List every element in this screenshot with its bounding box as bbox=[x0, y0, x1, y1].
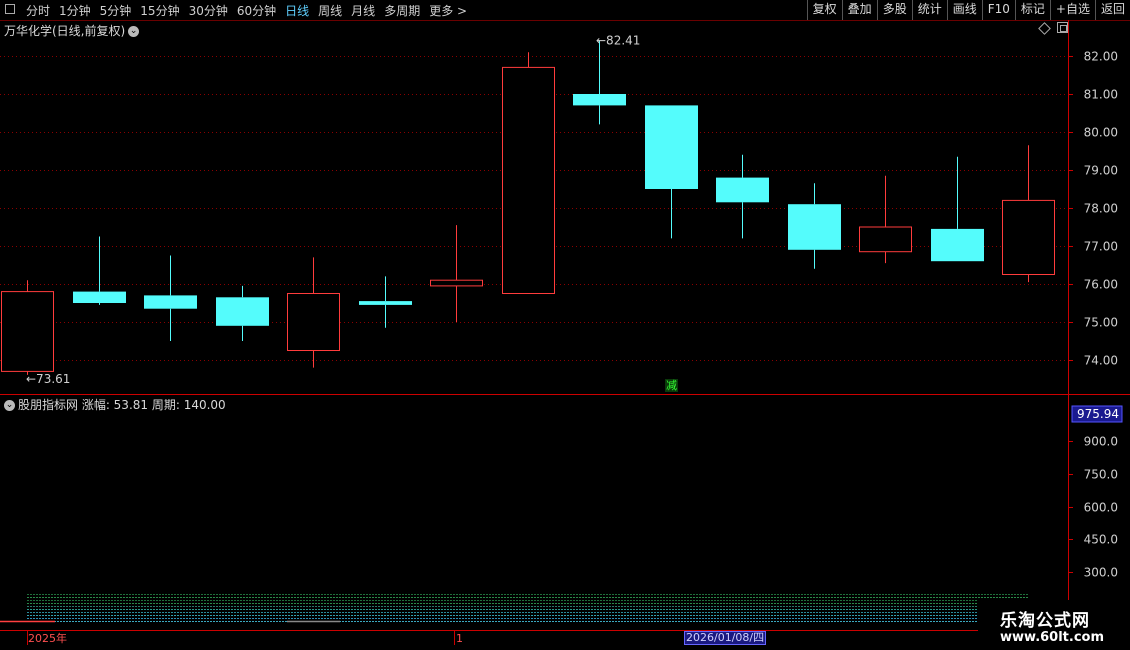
price-tick-label-6: 80.00 bbox=[1084, 126, 1118, 140]
candle-body-1 bbox=[73, 291, 126, 303]
chevron-down-icon[interactable]: ⌄ bbox=[4, 400, 15, 411]
indicator-tick-label-2: 600.0 bbox=[1084, 501, 1118, 515]
price-chart[interactable]: 74.00 75.00 76.00 77.00 78.00 79.00 80.00 81.00… bbox=[0, 0, 1130, 650]
candle-body-6 bbox=[430, 279, 483, 287]
candle-body-11 bbox=[788, 204, 841, 250]
time-year-label: 2025年 bbox=[28, 631, 67, 645]
price-tick-label-4: 78.00 bbox=[1084, 202, 1118, 216]
indicator-tick-label-3: 750.0 bbox=[1084, 468, 1118, 482]
indicator-title[interactable]: ⌄ 股朋指标网 涨幅: 53.81 周期: 140.00 bbox=[4, 396, 226, 413]
candle-body-3 bbox=[216, 297, 269, 326]
price-tick-label-7: 81.00 bbox=[1084, 88, 1118, 102]
price-tick-label-3: 77.00 bbox=[1084, 240, 1118, 254]
price-tick-label-5: 79.00 bbox=[1084, 164, 1118, 178]
candle-body-5 bbox=[359, 301, 412, 305]
low-price-label: ←73.61 bbox=[26, 372, 70, 386]
candle-body-13 bbox=[931, 228, 984, 262]
candle-body-2 bbox=[144, 295, 197, 309]
candle-body-10 bbox=[716, 177, 769, 203]
indicator-tick-label-4: 900.0 bbox=[1084, 435, 1118, 449]
candle-body-9 bbox=[645, 105, 698, 189]
indicator-tick-label-0: 300.0 bbox=[1084, 566, 1118, 580]
candle-body-8 bbox=[573, 94, 626, 106]
candle-body-0 bbox=[1, 291, 54, 372]
price-tick-label-1: 75.00 bbox=[1084, 316, 1118, 330]
price-tick-label-0: 74.00 bbox=[1084, 354, 1118, 368]
time-month-label: 1 bbox=[456, 632, 463, 645]
logo-line2: www.60lt.com bbox=[1000, 630, 1105, 645]
price-tick-label-2: 76.00 bbox=[1084, 278, 1118, 292]
logo-line1: 乐淘公式网 bbox=[1000, 611, 1090, 631]
candle-body-7 bbox=[502, 66, 555, 295]
high-price-label: ←82.41 bbox=[596, 33, 640, 47]
candle-body-12 bbox=[859, 226, 912, 253]
price-tick-label-8: 82.00 bbox=[1084, 50, 1118, 64]
cursor-date-label: 2026/01/08/四 bbox=[684, 631, 767, 645]
watermark-logo: 乐淘公式网 www.60lt.com bbox=[978, 600, 1130, 650]
candle-body-4 bbox=[287, 293, 340, 351]
candle-body-14 bbox=[1002, 199, 1055, 275]
indicator-title-text: 股朋指标网 涨幅: 53.81 周期: 140.00 bbox=[18, 398, 226, 412]
reduce-marker: 减 bbox=[665, 379, 678, 392]
indicator-value-text: 975.94 bbox=[1077, 407, 1119, 421]
indicator-tick-label-1: 450.0 bbox=[1084, 533, 1118, 547]
